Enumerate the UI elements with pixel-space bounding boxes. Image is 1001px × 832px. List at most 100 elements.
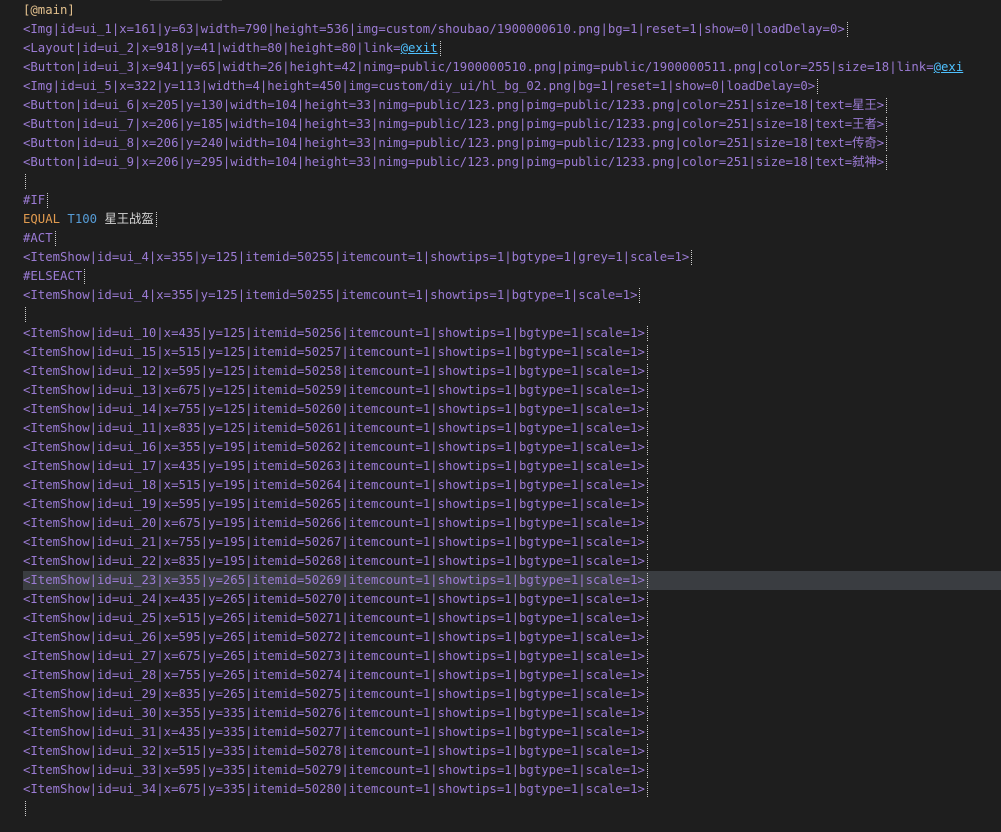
code-token: @exi [933, 60, 964, 74]
line-end-marker [646, 763, 648, 778]
line-end-marker [639, 288, 641, 303]
code-line[interactable]: <ItemShow|id=ui_10|x=435|y=125|itemid=50… [23, 324, 1001, 343]
code-token: <ItemShow|id=ui_34|x=675|y=335|itemid=50… [23, 782, 645, 796]
code-token: <Img|id=ui_5|x=322|y=113|width=4|height=… [23, 79, 816, 93]
line-end-marker [646, 687, 648, 702]
code-line[interactable]: <ItemShow|id=ui_29|x=835|y=265|itemid=50… [23, 685, 1001, 704]
code-token: <Button|id=ui_6|x=205|y=130|width=104|he… [23, 98, 885, 112]
code-line[interactable]: <Button|id=ui_9|x=206|y=295|width=104|he… [23, 153, 1001, 172]
code-line[interactable]: EQUAL T100 星王战盔 [23, 210, 1001, 229]
line-end-marker [646, 782, 648, 797]
line-end-marker [646, 497, 648, 512]
code-line[interactable]: <ItemShow|id=ui_11|x=835|y=125|itemid=50… [23, 419, 1001, 438]
line-end-marker [646, 725, 648, 740]
code-line[interactable]: <Img|id=ui_5|x=322|y=113|width=4|height=… [23, 77, 1001, 96]
code-line[interactable]: <Button|id=ui_6|x=205|y=130|width=104|he… [23, 96, 1001, 115]
line-end-marker [646, 668, 648, 683]
code-token: <ItemShow|id=ui_15|x=515|y=125|itemid=50… [23, 345, 645, 359]
line-end-marker [646, 459, 648, 474]
code-line[interactable]: <ItemShow|id=ui_19|x=595|y=195|itemid=50… [23, 495, 1001, 514]
line-end-marker [646, 573, 648, 588]
code-line[interactable]: <ItemShow|id=ui_16|x=355|y=195|itemid=50… [23, 438, 1001, 457]
line-end-marker [25, 801, 26, 816]
line-end-marker [646, 611, 648, 626]
code-token: <ItemShow|id=ui_16|x=355|y=195|itemid=50… [23, 440, 645, 454]
line-end-marker [817, 79, 819, 94]
code-line[interactable]: <Button|id=ui_3|x=941|y=65|width=26|heig… [23, 58, 1001, 77]
code-line[interactable]: <Layout|id=ui_2|x=918|y=41|width=80|heig… [23, 39, 1001, 58]
code-token: <ItemShow|id=ui_28|x=755|y=265|itemid=50… [23, 668, 645, 682]
code-editor[interactable]: [@main] <Img|id=ui_1|x=161|y=63|width=790… [0, 0, 1001, 832]
code-line[interactable]: #ELSEACT [23, 267, 1001, 286]
code-token: <ItemShow|id=ui_4|x=355|y=125|itemid=502… [23, 288, 638, 302]
line-end-marker [886, 155, 888, 170]
line-end-marker [886, 136, 888, 151]
code-token: <ItemShow|id=ui_4|x=355|y=125|itemid=502… [23, 250, 690, 264]
code-line[interactable]: #IF [23, 191, 1001, 210]
code-token: <ItemShow|id=ui_31|x=435|y=335|itemid=50… [23, 725, 645, 739]
code-token: <Button|id=ui_9|x=206|y=295|width=104|he… [23, 155, 885, 169]
code-token: <ItemShow|id=ui_17|x=435|y=195|itemid=50… [23, 459, 645, 473]
line-end-marker [886, 117, 888, 132]
code-line[interactable]: <ItemShow|id=ui_4|x=355|y=125|itemid=502… [23, 248, 1001, 267]
line-end-marker [646, 402, 648, 417]
code-line[interactable]: <ItemShow|id=ui_17|x=435|y=195|itemid=50… [23, 457, 1001, 476]
code-line[interactable]: <ItemShow|id=ui_20|x=675|y=195|itemid=50… [23, 514, 1001, 533]
vertical-scrollbar[interactable] [991, 0, 1001, 832]
code-line[interactable]: <Img|id=ui_1|x=161|y=63|width=790|height… [23, 20, 1001, 39]
code-token: <Layout|id=ui_2|x=918|y=41|width=80|heig… [23, 41, 401, 55]
code-line[interactable]: #ACT [23, 229, 1001, 248]
line-end-marker [47, 193, 49, 208]
code-line[interactable]: <ItemShow|id=ui_12|x=595|y=125|itemid=50… [23, 362, 1001, 381]
code-line[interactable]: <Button|id=ui_7|x=206|y=185|width=104|he… [23, 115, 1001, 134]
line-end-marker [646, 706, 648, 721]
code-token: <Button|id=ui_8|x=206|y=240|width=104|he… [23, 136, 885, 150]
code-token: <ItemShow|id=ui_11|x=835|y=125|itemid=50… [23, 421, 645, 435]
code-token: <ItemShow|id=ui_24|x=435|y=265|itemid=50… [23, 592, 645, 606]
code-line[interactable]: <ItemShow|id=ui_21|x=755|y=195|itemid=50… [23, 533, 1001, 552]
code-line[interactable]: <ItemShow|id=ui_24|x=435|y=265|itemid=50… [23, 590, 1001, 609]
code-line[interactable]: <ItemShow|id=ui_28|x=755|y=265|itemid=50… [23, 666, 1001, 685]
line-end-marker [646, 364, 648, 379]
line-end-marker [84, 269, 86, 284]
code-token: <ItemShow|id=ui_32|x=515|y=335|itemid=50… [23, 744, 645, 758]
code-line[interactable]: <ItemShow|id=ui_14|x=755|y=125|itemid=50… [23, 400, 1001, 419]
code-line-selected[interactable]: <ItemShow|id=ui_23|x=355|y=265|itemid=50… [23, 571, 1001, 590]
code-line[interactable]: <ItemShow|id=ui_27|x=675|y=265|itemid=50… [23, 647, 1001, 666]
code-line[interactable]: <ItemShow|id=ui_30|x=355|y=335|itemid=50… [23, 704, 1001, 723]
code-token: #ELSEACT [23, 269, 83, 283]
code-line[interactable]: <ItemShow|id=ui_31|x=435|y=335|itemid=50… [23, 723, 1001, 742]
code-line[interactable]: <ItemShow|id=ui_18|x=515|y=195|itemid=50… [23, 476, 1001, 495]
line-end-marker [646, 345, 648, 360]
code-token: <ItemShow|id=ui_19|x=595|y=195|itemid=50… [23, 497, 645, 511]
line-end-marker [646, 535, 648, 550]
code-line[interactable] [23, 172, 1001, 191]
code-line[interactable]: <ItemShow|id=ui_15|x=515|y=125|itemid=50… [23, 343, 1001, 362]
code-token: <ItemShow|id=ui_14|x=755|y=125|itemid=50… [23, 402, 645, 416]
code-token: <ItemShow|id=ui_27|x=675|y=265|itemid=50… [23, 649, 645, 663]
code-token: [@main] [23, 3, 75, 17]
code-line[interactable]: [@main] [23, 1, 1001, 20]
code-token: <ItemShow|id=ui_22|x=835|y=195|itemid=50… [23, 554, 645, 568]
code-line[interactable]: <ItemShow|id=ui_22|x=835|y=195|itemid=50… [23, 552, 1001, 571]
line-end-marker [25, 174, 26, 189]
code-line[interactable]: <ItemShow|id=ui_32|x=515|y=335|itemid=50… [23, 742, 1001, 761]
line-end-marker [439, 41, 441, 56]
code-line[interactable]: <ItemShow|id=ui_4|x=355|y=125|itemid=502… [23, 286, 1001, 305]
code-line[interactable]: <Button|id=ui_8|x=206|y=240|width=104|he… [23, 134, 1001, 153]
code-token: <Button|id=ui_7|x=206|y=185|width=104|he… [23, 117, 885, 131]
code-token: <ItemShow|id=ui_21|x=755|y=195|itemid=50… [23, 535, 645, 549]
code-line[interactable]: <ItemShow|id=ui_25|x=515|y=265|itemid=50… [23, 609, 1001, 628]
line-end-marker [846, 22, 848, 37]
code-line[interactable]: <ItemShow|id=ui_34|x=675|y=335|itemid=50… [23, 780, 1001, 799]
line-end-marker [646, 440, 648, 455]
code-line[interactable] [23, 799, 1001, 818]
code-line[interactable]: <ItemShow|id=ui_13|x=675|y=125|itemid=50… [23, 381, 1001, 400]
code-token: <ItemShow|id=ui_23|x=355|y=265|itemid=50… [23, 573, 645, 587]
code-line[interactable] [23, 305, 1001, 324]
code-lines: [@main] <Img|id=ui_1|x=161|y=63|width=790… [23, 1, 1001, 818]
code-token: #ACT [23, 231, 53, 245]
code-line[interactable]: <ItemShow|id=ui_26|x=595|y=265|itemid=50… [23, 628, 1001, 647]
code-line[interactable]: <ItemShow|id=ui_33|x=595|y=335|itemid=50… [23, 761, 1001, 780]
code-token: <ItemShow|id=ui_12|x=595|y=125|itemid=50… [23, 364, 645, 378]
